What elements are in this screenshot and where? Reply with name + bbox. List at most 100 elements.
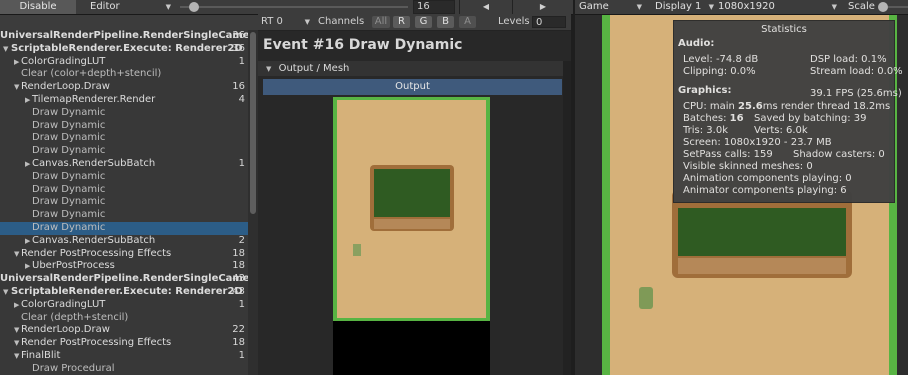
expand-triangle-icon[interactable]: ▶ bbox=[25, 235, 30, 248]
event-tree-row[interactable]: ▼ RenderLoop.Draw 16 bbox=[0, 81, 248, 94]
resolution-dropdown[interactable]: 1080x1920 ▼ bbox=[718, 0, 840, 14]
levels-field[interactable]: 0 bbox=[532, 16, 566, 28]
event-tree-row-label: RenderLoop.Draw bbox=[21, 324, 110, 336]
event-tree-row[interactable]: Draw Dynamic bbox=[0, 184, 248, 197]
expand-triangle-icon[interactable]: ▶ bbox=[25, 158, 30, 171]
next-event-button[interactable]: ▶ bbox=[515, 0, 571, 14]
statistics-title: Statistics bbox=[761, 24, 807, 35]
event-tree-row-label: RenderLoop.Draw bbox=[21, 81, 110, 93]
event-tree-row-label: Clear (color+depth+stencil) bbox=[21, 68, 162, 80]
output-tab[interactable]: Output bbox=[263, 79, 562, 95]
event-tree-row-label: Draw Dynamic bbox=[32, 145, 106, 157]
animator-components-stat: Animator components playing: 6 bbox=[683, 185, 847, 196]
event-tree-row-label: UniversalRenderPipeline.RenderSingleCame… bbox=[0, 30, 248, 41]
rt-dropdown[interactable]: RT 0 ▼ bbox=[258, 14, 312, 30]
slider-handle[interactable] bbox=[189, 2, 199, 12]
collapse-triangle-icon[interactable]: ▼ bbox=[14, 81, 19, 94]
channel-r-button[interactable]: R bbox=[393, 16, 410, 28]
collapse-triangle-icon[interactable]: ▼ bbox=[3, 286, 8, 299]
event-tree-row[interactable]: ▶ TilemapRenderer.Render 4 bbox=[0, 94, 248, 107]
event-title: Event #16 Draw Dynamic bbox=[263, 37, 463, 53]
batches-prefix: Batches: bbox=[683, 113, 730, 124]
scale-slider-track[interactable] bbox=[888, 6, 908, 8]
event-tree-row-count: 1 bbox=[238, 350, 245, 361]
channel-g-button[interactable]: G bbox=[415, 16, 432, 28]
slider-track bbox=[180, 6, 408, 8]
collapse-triangle-icon[interactable]: ▼ bbox=[14, 337, 19, 350]
event-tree-row-count: 18 bbox=[232, 247, 245, 259]
event-tree-row[interactable]: Draw Dynamic bbox=[0, 132, 248, 145]
event-tree-row[interactable]: UniversalRenderPipeline.RenderSingleCame… bbox=[0, 30, 248, 43]
statistics-panel: Statistics Audio: Level: -74.8 dB DSP lo… bbox=[673, 20, 903, 203]
collapse-triangle-icon[interactable]: ▼ bbox=[14, 248, 19, 261]
event-tree-row[interactable]: Draw Dynamic bbox=[0, 120, 248, 133]
tree-scrollbar-thumb[interactable] bbox=[250, 32, 256, 214]
event-tree-row[interactable]: ▼ Render PostProcessing Effects 18 bbox=[0, 248, 248, 261]
event-tree-row[interactable]: Draw Dynamic bbox=[0, 145, 248, 158]
expand-triangle-icon[interactable]: ▶ bbox=[25, 260, 30, 273]
batches-stat: Batches: 16 bbox=[683, 113, 744, 124]
audio-level: Level: -74.8 dB bbox=[683, 54, 759, 65]
event-tree-row-label: UberPostProcess bbox=[32, 260, 115, 272]
output-mesh-section[interactable]: ▼ Output / Mesh bbox=[258, 61, 563, 76]
event-index-field[interactable]: 16 bbox=[413, 0, 455, 14]
event-tree-row-count: 36 bbox=[232, 30, 245, 41]
collapse-triangle-icon[interactable]: ▼ bbox=[3, 43, 8, 56]
event-tree-row[interactable]: UniversalRenderPipeline.RenderSingleCame… bbox=[0, 273, 248, 286]
event-slider[interactable] bbox=[180, 0, 408, 14]
event-tree-row[interactable]: ▶ ColorGradingLUT 1 bbox=[0, 299, 248, 312]
detail-scrollbar[interactable] bbox=[563, 61, 571, 375]
event-tree-row[interactable]: ▼ ScriptableRenderer.Execute: Renderer2D 4… bbox=[0, 286, 248, 299]
saved-by-batching: Saved by batching: 39 bbox=[754, 113, 867, 124]
event-tree-row[interactable]: ▼ RenderLoop.Draw 22 bbox=[0, 324, 248, 337]
event-tree-row[interactable]: ▶ Canvas.RenderSubBatch 2 bbox=[0, 235, 248, 248]
event-tree-row-label: Draw Dynamic bbox=[32, 222, 106, 233]
expand-triangle-icon[interactable]: ▶ bbox=[14, 56, 19, 69]
event-tree-row-label: ColorGradingLUT bbox=[21, 298, 106, 310]
event-tree-row[interactable]: ▼ FinalBlit 1 bbox=[0, 350, 248, 363]
event-tree-row[interactable]: ▶ Canvas.RenderSubBatch 1 bbox=[0, 158, 248, 171]
event-tree-row[interactable]: Clear (color+depth+stencil) bbox=[0, 68, 248, 81]
event-tree-row[interactable]: ▼ ScriptableRenderer.Execute: Renderer2D 3… bbox=[0, 43, 248, 56]
expand-triangle-icon[interactable]: ▶ bbox=[25, 94, 30, 107]
source-dropdown-label: Editor bbox=[90, 1, 120, 12]
channel-a-button[interactable]: A bbox=[459, 16, 476, 28]
collapse-triangle-icon[interactable]: ▼ bbox=[14, 324, 19, 337]
event-tree-row[interactable]: Draw Dynamic bbox=[0, 222, 248, 235]
source-dropdown[interactable]: Editor ▼ bbox=[84, 0, 174, 14]
event-tree-row[interactable]: Draw Dynamic bbox=[0, 171, 248, 184]
animation-components-stat: Animation components playing: 0 bbox=[683, 173, 852, 184]
event-tree-row[interactable]: ▼ Render PostProcessing Effects 18 bbox=[0, 337, 248, 350]
event-tree-row[interactable]: Draw Procedural bbox=[0, 363, 248, 375]
scale-slider-handle[interactable] bbox=[878, 2, 888, 12]
event-tree-row[interactable]: ▶ UberPostProcess 18 bbox=[0, 260, 248, 273]
debugger-toolbar: RT 0 ▼ Channels All R G B A Levels 0 bbox=[258, 14, 571, 31]
game-dropdown[interactable]: Game ▼ bbox=[579, 0, 645, 14]
previous-event-button[interactable]: ◀ bbox=[462, 0, 510, 14]
event-tree-row[interactable]: Clear (depth+stencil) bbox=[0, 312, 248, 325]
event-tree-row[interactable]: ▶ ColorGradingLUT 1 bbox=[0, 56, 248, 69]
game-character-sprite bbox=[639, 287, 653, 309]
event-tree-row[interactable]: Draw Dynamic bbox=[0, 196, 248, 209]
chevron-left-icon: ◀ bbox=[482, 2, 490, 11]
event-tree-row-count: 1 bbox=[238, 55, 245, 67]
channel-all-button[interactable]: All bbox=[372, 16, 390, 28]
display-dropdown[interactable]: Display 1 ▼ bbox=[655, 0, 717, 14]
event-tree-row-label: Clear (depth+stencil) bbox=[21, 311, 129, 323]
frame-debugger-toolbar: Disable Editor ▼ 16 ◀ ▶ bbox=[0, 0, 573, 15]
event-tree-row-count: 4 bbox=[238, 94, 245, 105]
tree-scrollbar[interactable] bbox=[248, 30, 258, 375]
game-view[interactable]: Statistics Audio: Level: -74.8 dB DSP lo… bbox=[575, 15, 908, 375]
disable-button[interactable]: Disable bbox=[0, 0, 76, 14]
expand-triangle-icon[interactable]: ▶ bbox=[14, 299, 19, 312]
event-tree-row[interactable]: Draw Dynamic bbox=[0, 209, 248, 222]
event-tree-row-count: 16 bbox=[232, 81, 245, 93]
chevron-down-icon: ▼ bbox=[304, 18, 310, 26]
channel-b-button[interactable]: B bbox=[437, 16, 454, 28]
event-tree-row[interactable]: Draw Dynamic bbox=[0, 107, 248, 120]
preview-character-sprite bbox=[353, 244, 361, 256]
collapse-triangle-icon[interactable]: ▼ bbox=[14, 350, 19, 363]
cpu-main-prefix: CPU: main bbox=[683, 101, 739, 112]
scale-label: Scale bbox=[848, 1, 875, 12]
game-view-toolbar: Game ▼ Display 1 ▼ 1080x1920 ▼ Scale bbox=[575, 0, 908, 15]
